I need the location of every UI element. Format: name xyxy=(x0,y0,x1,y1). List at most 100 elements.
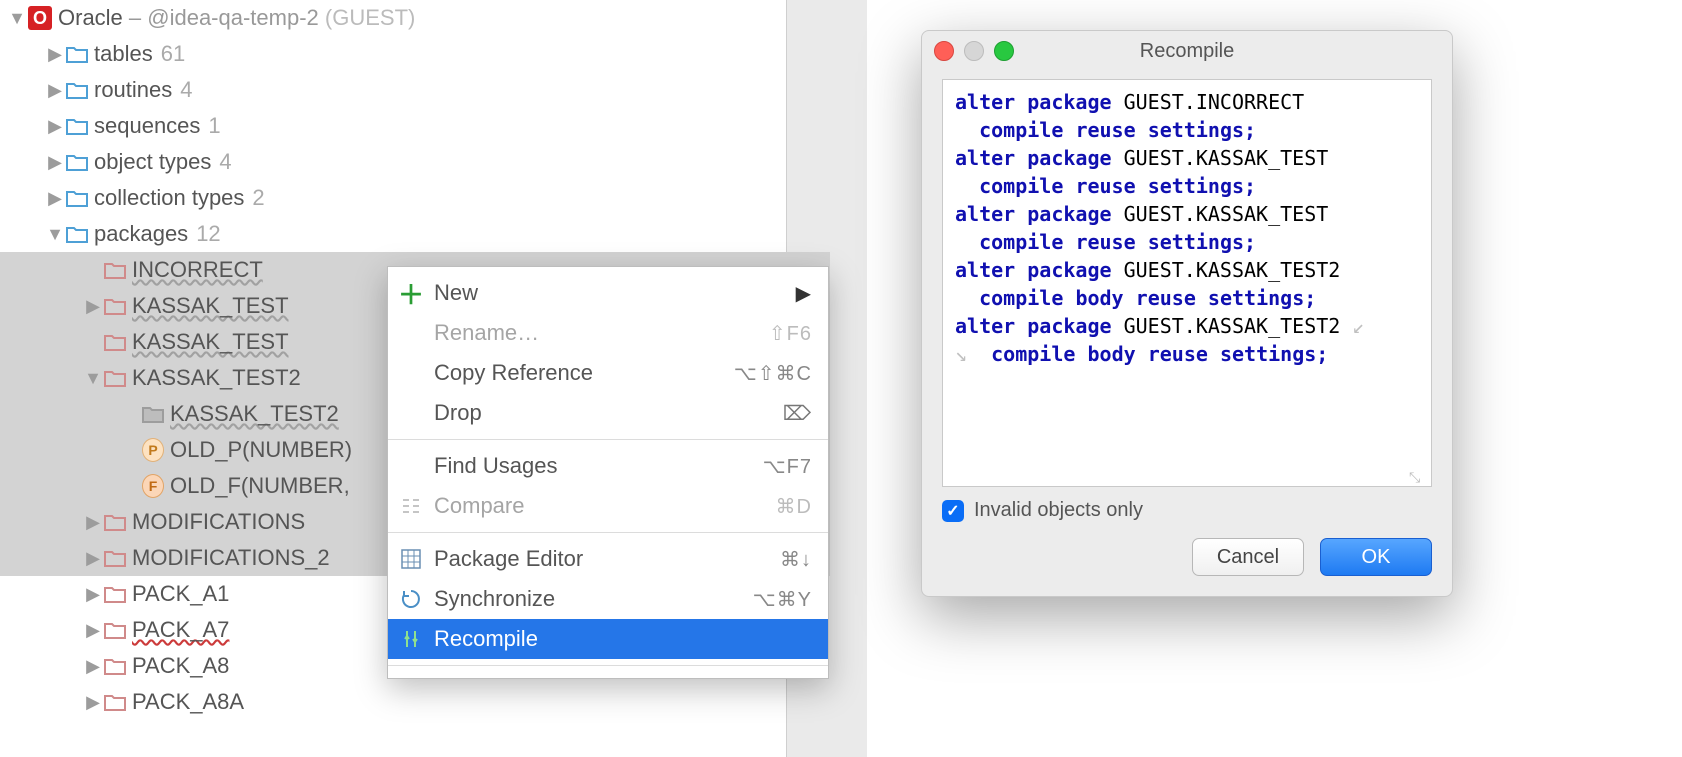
expand-arrow-icon[interactable]: ▶ xyxy=(82,656,104,677)
tree-label: collection types xyxy=(94,185,244,211)
menu-item-recompile[interactable]: Recompile xyxy=(388,619,828,659)
expand-arrow-icon[interactable]: ▶ xyxy=(44,188,66,209)
expand-arrow-icon[interactable]: ▶ xyxy=(82,692,104,713)
menu-label: Drop xyxy=(434,400,783,426)
menu-shortcut: ⌘D xyxy=(776,494,812,519)
package-icon xyxy=(104,331,126,353)
menu-item-find-usages[interactable]: Find Usages ⌥F7 xyxy=(388,446,828,486)
tree-count: 4 xyxy=(180,77,192,103)
sql-preview[interactable]: alter package GUEST.INCORRECT compile re… xyxy=(942,79,1432,487)
expand-arrow-icon[interactable]: ▶ xyxy=(44,116,66,137)
menu-label: New xyxy=(434,280,796,306)
cancel-button[interactable]: Cancel xyxy=(1192,538,1304,576)
tree-label: KASSAK_TEST2 xyxy=(170,401,339,427)
expand-arrow-icon[interactable]: ▼ xyxy=(82,368,104,389)
menu-item-package-editor[interactable]: Package Editor ⌘↓ xyxy=(388,539,828,579)
menu-item-copy-reference[interactable]: Copy Reference ⌥⇧⌘C xyxy=(388,353,828,393)
menu-item-compare: Compare ⌘D xyxy=(388,486,828,526)
expand-arrow-icon[interactable]: ▶ xyxy=(82,512,104,533)
menu-item-rename: Rename… ⇧F6 xyxy=(388,313,828,353)
tree-item-tables[interactable]: ▶ tables 61 xyxy=(0,36,830,72)
tree-label: KASSAK_TEST xyxy=(132,329,289,355)
folder-icon xyxy=(66,187,88,209)
menu-item-drop[interactable]: Drop ⌦ xyxy=(388,393,828,433)
expand-arrow-icon[interactable]: ▶ xyxy=(44,44,66,65)
expand-arrow-icon[interactable]: ▶ xyxy=(82,296,104,317)
tree-item-pack-a8a[interactable]: ▶ PACK_A8A xyxy=(0,684,830,720)
menu-shortcut: ⌥⌘Y xyxy=(753,587,812,612)
folder-icon xyxy=(66,115,88,137)
menu-shortcut: ⌥⇧⌘C xyxy=(734,361,812,386)
tree-item-object-types[interactable]: ▶ object types 4 xyxy=(0,144,830,180)
expand-arrow-icon[interactable]: ▼ xyxy=(44,224,66,245)
dialog-titlebar[interactable]: Recompile xyxy=(922,31,1452,71)
ok-button[interactable]: OK xyxy=(1320,538,1432,576)
tree-count: 1 xyxy=(208,113,220,139)
plus-icon: ＋ xyxy=(398,280,424,306)
delete-icon: ⌦ xyxy=(783,401,812,426)
window-zoom-icon[interactable] xyxy=(994,41,1014,61)
menu-separator xyxy=(388,439,828,440)
tree-label: KASSAK_TEST xyxy=(132,293,289,319)
menu-shortcut: ⌥F7 xyxy=(763,454,812,479)
tree-item-collection-types[interactable]: ▶ collection types 2 xyxy=(0,180,830,216)
folder-icon xyxy=(66,151,88,173)
menu-label: Synchronize xyxy=(434,586,753,612)
menu-separator xyxy=(388,665,828,666)
recompile-icon xyxy=(398,626,424,652)
expand-arrow-icon[interactable]: ▼ xyxy=(6,8,28,29)
root-role: (GUEST) xyxy=(325,5,415,30)
tree-item-packages[interactable]: ▼ packages 12 xyxy=(0,216,830,252)
btn-label: OK xyxy=(1362,546,1391,569)
tree-root-oracle[interactable]: ▼ O Oracle – @idea-qa-temp-2 (GUEST) xyxy=(0,0,830,36)
tree-label: PACK_A7 xyxy=(132,617,229,643)
tree-label: INCORRECT xyxy=(132,257,263,283)
tree-item-sequences[interactable]: ▶ sequences 1 xyxy=(0,108,830,144)
tree-label: packages xyxy=(94,221,188,247)
root-suffix: – @idea-qa-temp-2 xyxy=(123,5,319,30)
function-icon: F xyxy=(142,475,164,497)
tree-label: PACK_A8A xyxy=(132,689,244,715)
package-body-icon xyxy=(142,403,164,425)
context-menu: ＋ New ▶ Rename… ⇧F6 Copy Reference ⌥⇧⌘C … xyxy=(387,266,829,679)
procedure-icon: P xyxy=(142,439,164,461)
package-icon xyxy=(104,295,126,317)
package-icon xyxy=(104,619,126,641)
folder-icon xyxy=(66,223,88,245)
tree-label: tables xyxy=(94,41,153,67)
folder-icon xyxy=(66,43,88,65)
menu-separator xyxy=(388,532,828,533)
tree-count: 12 xyxy=(196,221,220,247)
package-icon xyxy=(104,547,126,569)
package-icon xyxy=(104,367,126,389)
window-close-icon[interactable] xyxy=(934,41,954,61)
menu-label: Copy Reference xyxy=(434,360,734,386)
menu-item-synchronize[interactable]: Synchronize ⌥⌘Y xyxy=(388,579,828,619)
folder-icon xyxy=(66,79,88,101)
menu-label: Compare xyxy=(434,493,776,519)
tree-label: sequences xyxy=(94,113,200,139)
tree-item-routines[interactable]: ▶ routines 4 xyxy=(0,72,830,108)
tree-label: PACK_A1 xyxy=(132,581,229,607)
expand-arrow-icon[interactable]: ▶ xyxy=(44,152,66,173)
package-icon xyxy=(104,583,126,605)
tree-label: PACK_A8 xyxy=(132,653,229,679)
tree-count: 2 xyxy=(252,185,264,211)
menu-item-new[interactable]: ＋ New ▶ xyxy=(388,273,828,313)
submenu-arrow-icon: ▶ xyxy=(796,281,812,306)
tree-count: 61 xyxy=(161,41,185,67)
expand-arrow-icon[interactable]: ▶ xyxy=(44,80,66,101)
menu-label: Rename… xyxy=(434,320,769,346)
tree-label: object types xyxy=(94,149,211,175)
tree-label: OLD_P(NUMBER) xyxy=(170,437,352,463)
expand-arrow-icon[interactable]: ▶ xyxy=(82,584,104,605)
expand-arrow-icon[interactable]: ▶ xyxy=(82,620,104,641)
invalid-only-checkbox[interactable]: ✓ xyxy=(942,500,964,522)
tree-label: MODIFICATIONS xyxy=(132,509,305,535)
oracle-icon: O xyxy=(28,6,52,30)
expand-arrow-icon[interactable]: ▶ xyxy=(82,548,104,569)
menu-shortcut: ⇧F6 xyxy=(769,321,812,346)
sync-icon xyxy=(398,586,424,612)
recompile-dialog: Recompile alter package GUEST.INCORRECT … xyxy=(921,30,1453,597)
checkbox-label: Invalid objects only xyxy=(974,499,1143,522)
